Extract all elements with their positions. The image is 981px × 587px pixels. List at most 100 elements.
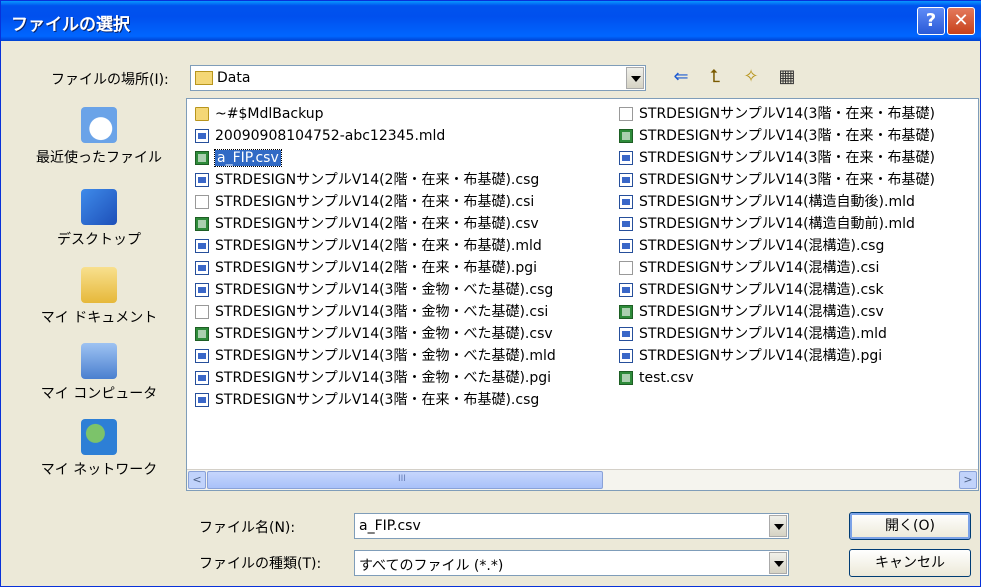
- file-item[interactable]: STRDESIGNサンプルV14(3階・在来・布基礎): [617, 147, 935, 169]
- file-item[interactable]: STRDESIGNサンプルV14(2階・在来・布基礎).csv: [193, 213, 556, 235]
- file-item[interactable]: test.csv: [617, 367, 935, 389]
- filetype-dropdown-button[interactable]: [769, 552, 787, 574]
- file-item[interactable]: 20090908104752-abc12345.mld: [193, 125, 556, 147]
- filename-dropdown-button[interactable]: [769, 515, 787, 537]
- place-desktop[interactable]: デスクトップ: [31, 189, 167, 249]
- csv-file-icon: [195, 217, 209, 231]
- file-column-1: ~#$MdlBackup 20090908104752-abc12345.mld a…: [193, 103, 556, 411]
- file-item[interactable]: STRDESIGNサンプルV14(3階・在来・布基礎): [617, 125, 935, 147]
- folder-file-icon: [195, 107, 209, 121]
- file-item[interactable]: STRDESIGNサンプルV14(構造自動後).mld: [617, 191, 935, 213]
- file-item[interactable]: STRDESIGNサンプルV14(3階・在来・布基礎): [617, 103, 935, 125]
- mld-file-icon: [195, 239, 209, 253]
- file-item[interactable]: STRDESIGNサンプルV14(構造自動前).mld: [617, 213, 935, 235]
- file-name: STRDESIGNサンプルV14(3階・金物・べた基礎).csv: [215, 326, 553, 342]
- help-button[interactable]: ?: [917, 7, 945, 35]
- file-name: STRDESIGNサンプルV14(構造自動前).mld: [639, 216, 915, 232]
- lookin-combo[interactable]: Data: [190, 65, 646, 91]
- file-name: STRDESIGNサンプルV14(混構造).csv: [639, 304, 884, 320]
- blank-file-icon: [619, 107, 633, 121]
- open-button[interactable]: 開く(O): [849, 512, 971, 540]
- scroll-thumb[interactable]: III: [207, 471, 603, 489]
- file-name: STRDESIGNサンプルV14(2階・在来・布基礎).csi: [215, 194, 535, 210]
- mld-file-icon: [619, 327, 633, 341]
- filename-combo[interactable]: a_FIP.csv: [354, 513, 789, 539]
- horizontal-scrollbar[interactable]: < III >: [187, 469, 978, 490]
- file-item[interactable]: STRDESIGNサンプルV14(混構造).csv: [617, 301, 935, 323]
- file-item[interactable]: STRDESIGNサンプルV14(3階・在来・布基礎).csg: [193, 389, 556, 411]
- place-recent[interactable]: 最近使ったファイル: [31, 107, 167, 167]
- file-name: STRDESIGNサンプルV14(2階・在来・布基礎).csg: [215, 172, 540, 188]
- file-item[interactable]: STRDESIGNサンプルV14(2階・在来・布基礎).pgi: [193, 257, 556, 279]
- file-name: STRDESIGNサンプルV14(3階・金物・べた基礎).mld: [215, 348, 556, 364]
- up-folder-icon[interactable]: ⮤: [703, 65, 727, 89]
- mld-file-icon: [195, 393, 209, 407]
- file-name: STRDESIGNサンプルV14(構造自動後).mld: [639, 194, 915, 210]
- file-item[interactable]: STRDESIGNサンプルV14(混構造).csg: [617, 235, 935, 257]
- mld-file-icon: [619, 283, 633, 297]
- file-list[interactable]: ~#$MdlBackup 20090908104752-abc12345.mld a…: [186, 98, 979, 491]
- blank-file-icon: [619, 261, 633, 275]
- file-item[interactable]: STRDESIGNサンプルV14(混構造).mld: [617, 323, 935, 345]
- csv-file-icon: [619, 371, 633, 385]
- file-name: ~#$MdlBackup: [215, 106, 324, 122]
- csv-file-icon: [619, 305, 633, 319]
- mld-file-icon: [195, 261, 209, 275]
- file-name: STRDESIGNサンプルV14(混構造).csi: [639, 260, 880, 276]
- csv-file-icon: [619, 129, 633, 143]
- file-name: STRDESIGNサンプルV14(混構造).mld: [639, 326, 887, 342]
- file-name: STRDESIGNサンプルV14(3階・在来・布基礎): [639, 128, 935, 144]
- my-documents-icon: [81, 267, 117, 303]
- view-menu-icon[interactable]: ▦: [775, 65, 799, 89]
- file-item[interactable]: ~#$MdlBackup: [193, 103, 556, 125]
- file-item[interactable]: STRDESIGNサンプルV14(2階・在来・布基礎).csg: [193, 169, 556, 191]
- back-arrow-icon[interactable]: ⇐: [669, 65, 693, 89]
- my-network-icon: [81, 419, 117, 455]
- file-item[interactable]: STRDESIGNサンプルV14(3階・金物・べた基礎).csg: [193, 279, 556, 301]
- file-item[interactable]: a_FIP.csv: [193, 147, 556, 169]
- place-label: デスクトップ: [57, 232, 141, 248]
- file-name: STRDESIGNサンプルV14(2階・在来・布基礎).pgi: [215, 260, 538, 276]
- file-column-2: STRDESIGNサンプルV14(3階・在来・布基礎) STRDESIGNサンプル…: [617, 103, 935, 389]
- file-name: STRDESIGNサンプルV14(混構造).pgi: [639, 348, 883, 364]
- close-button[interactable]: ✕: [947, 7, 975, 35]
- title-bar[interactable]: ファイルの選択 ? ✕: [1, 1, 981, 41]
- scroll-left-button[interactable]: <: [188, 471, 206, 489]
- filename-label: ファイル名(N):: [199, 520, 296, 536]
- file-open-dialog: ファイルの選択 ? ✕ ファイルの場所(I): Data ⇐ ⮤ ✧ ▦ 最近使…: [0, 0, 981, 587]
- file-name: STRDESIGNサンプルV14(2階・在来・布基礎).mld: [215, 238, 542, 254]
- file-name: a_FIP.csv: [214, 149, 282, 167]
- file-item[interactable]: STRDESIGNサンプルV14(3階・金物・べた基礎).csi: [193, 301, 556, 323]
- mld-file-icon: [619, 151, 633, 165]
- filetype-value: すべてのファイル (*.*): [359, 558, 504, 574]
- desktop-icon: [81, 189, 117, 225]
- file-item[interactable]: STRDESIGNサンプルV14(2階・在来・布基礎).csi: [193, 191, 556, 213]
- file-item[interactable]: STRDESIGNサンプルV14(3階・金物・べた基礎).mld: [193, 345, 556, 367]
- file-name: STRDESIGNサンプルV14(2階・在来・布基礎).csv: [215, 216, 539, 232]
- new-folder-icon[interactable]: ✧: [739, 65, 763, 89]
- file-item[interactable]: STRDESIGNサンプルV14(3階・金物・べた基礎).csv: [193, 323, 556, 345]
- mld-file-icon: [619, 239, 633, 253]
- file-item[interactable]: STRDESIGNサンプルV14(混構造).csk: [617, 279, 935, 301]
- scroll-right-button[interactable]: >: [959, 471, 977, 489]
- cancel-button[interactable]: キャンセル: [849, 549, 971, 577]
- place-my-computer[interactable]: マイ コンピュータ: [31, 343, 167, 403]
- place-my-network[interactable]: マイ ネットワーク: [31, 419, 167, 479]
- mld-file-icon: [195, 349, 209, 363]
- blank-file-icon: [195, 195, 209, 209]
- file-item[interactable]: STRDESIGNサンプルV14(3階・金物・べた基礎).pgi: [193, 367, 556, 389]
- filetype-combo[interactable]: すべてのファイル (*.*): [354, 550, 789, 576]
- file-name: STRDESIGNサンプルV14(3階・金物・べた基礎).csi: [215, 304, 549, 320]
- blank-file-icon: [195, 305, 209, 319]
- lookin-dropdown-button[interactable]: [626, 67, 644, 89]
- file-item[interactable]: STRDESIGNサンプルV14(3階・在来・布基礎): [617, 169, 935, 191]
- file-item[interactable]: STRDESIGNサンプルV14(混構造).csi: [617, 257, 935, 279]
- place-my-documents[interactable]: マイ ドキュメント: [31, 267, 167, 327]
- file-item[interactable]: STRDESIGNサンプルV14(2階・在来・布基礎).mld: [193, 235, 556, 257]
- mld-file-icon: [619, 217, 633, 231]
- file-item[interactable]: STRDESIGNサンプルV14(混構造).pgi: [617, 345, 935, 367]
- file-name: STRDESIGNサンプルV14(混構造).csg: [639, 238, 885, 254]
- recent-icon: [81, 107, 117, 143]
- place-label: マイ ドキュメント: [40, 310, 158, 326]
- window-title: ファイルの選択: [11, 15, 130, 35]
